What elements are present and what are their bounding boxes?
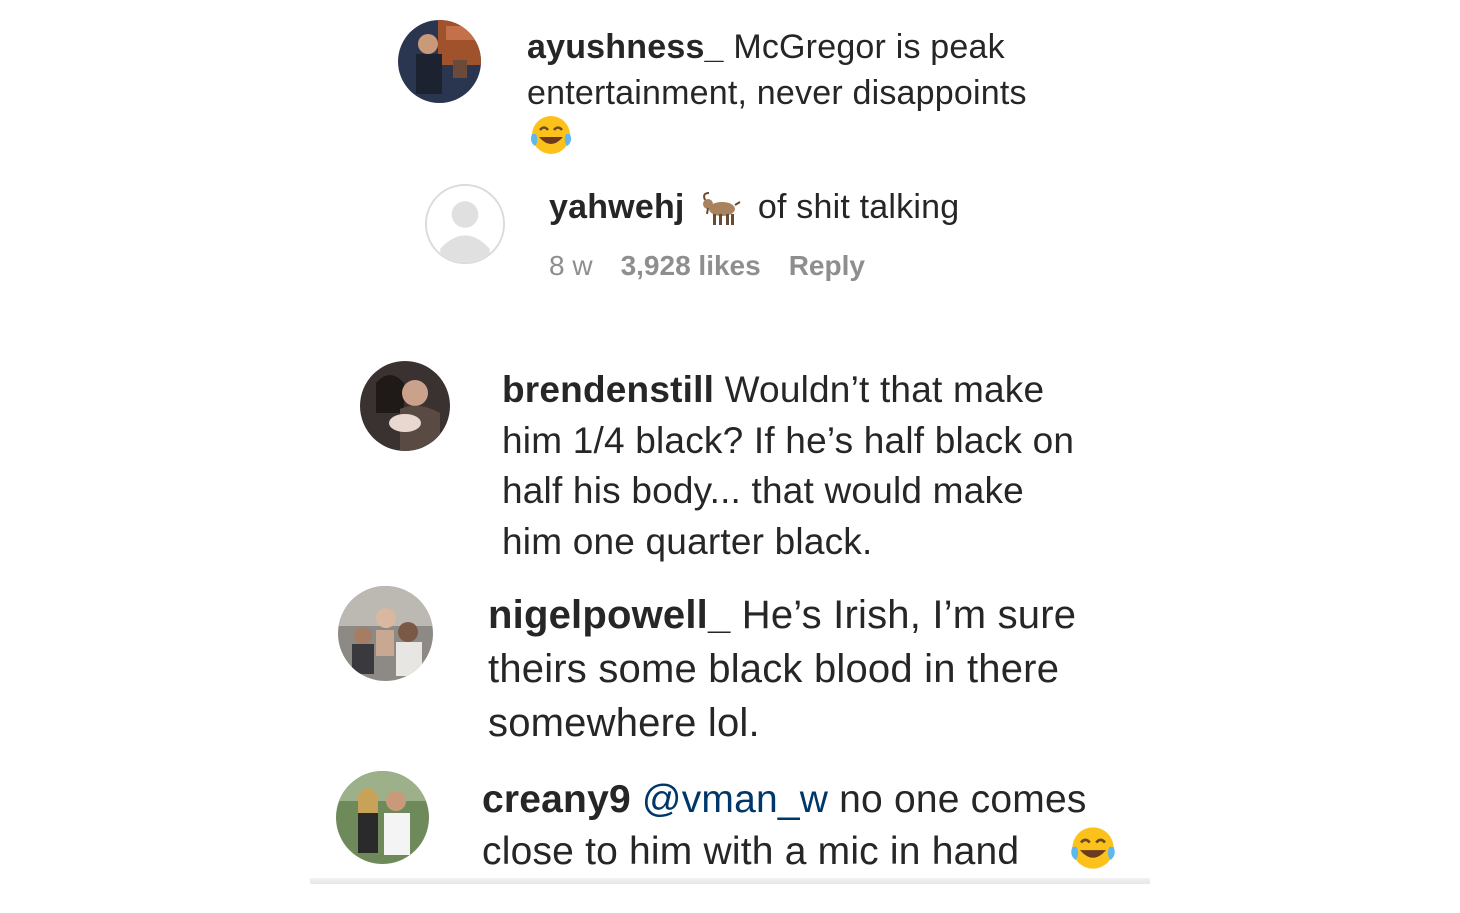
comment-screenshot: ayushness_ McGregor is peak entertainmen… [0, 0, 1460, 913]
reply-button[interactable]: Reply [789, 250, 865, 281]
avatar-creany9[interactable] [336, 771, 429, 864]
comment-body-ayushness: ayushness_ McGregor is peak entertainmen… [527, 24, 1127, 116]
comment-body-yahwehj: yahwehj of shit talking [549, 186, 1109, 228]
username-creany9[interactable]: creany9 [482, 778, 631, 821]
comment-body-nigelpowell: nigelpowell_ He’s Irish, I’m sure theirs… [488, 588, 1148, 750]
comment-meta-yahwehj: 8 w 3,928 likes Reply [549, 250, 893, 282]
avatar-ayushness[interactable] [398, 20, 481, 103]
likes-count[interactable]: 3,928 likes [621, 250, 761, 281]
face-with-tears-of-joy-icon [528, 114, 574, 156]
comment-text: half his body... that would make [502, 470, 1024, 511]
panel-divider [310, 878, 1150, 884]
comment-text: close to him with a mic in hand [482, 830, 1020, 873]
comment-text: He’s Irish, I’m sure [730, 593, 1077, 637]
username-ayushness[interactable]: ayushness_ [527, 28, 724, 66]
username-nigelpowell[interactable]: nigelpowell_ [488, 593, 730, 637]
comment-body-brendenstill: brendenstill Wouldn’t that make him 1/4 … [502, 365, 1142, 567]
comment-text: theirs some black blood in there [488, 647, 1060, 691]
username-yahwehj[interactable]: yahwehj [549, 188, 685, 226]
comment-text: entertainment, never disappoints [527, 74, 1027, 112]
avatar-brendenstill[interactable] [360, 361, 450, 451]
mention-link[interactable]: @vman_w [642, 778, 828, 821]
avatar-yahwehj[interactable] [425, 184, 505, 264]
comment-text: somewhere lol. [488, 701, 760, 745]
comment-text: him one quarter black. [502, 520, 873, 562]
comment-text: of shit talking [748, 188, 960, 226]
username-brendenstill[interactable]: brendenstill [502, 369, 714, 410]
goat-icon [700, 191, 742, 227]
avatar-nigelpowell[interactable] [338, 586, 433, 681]
comment-body-creany9: creany9 @vman_w no one comes close to hi… [482, 774, 1142, 878]
face-with-tears-of-joy-icon [1068, 825, 1118, 871]
comment-text: him 1/4 black? If he’s half black on [502, 419, 1075, 461]
timestamp: 8 w [549, 250, 593, 281]
comment-text: Wouldn’t that make [714, 369, 1045, 410]
comment-text: no one comes [828, 778, 1087, 821]
comment-text: McGregor is peak [723, 28, 1005, 66]
